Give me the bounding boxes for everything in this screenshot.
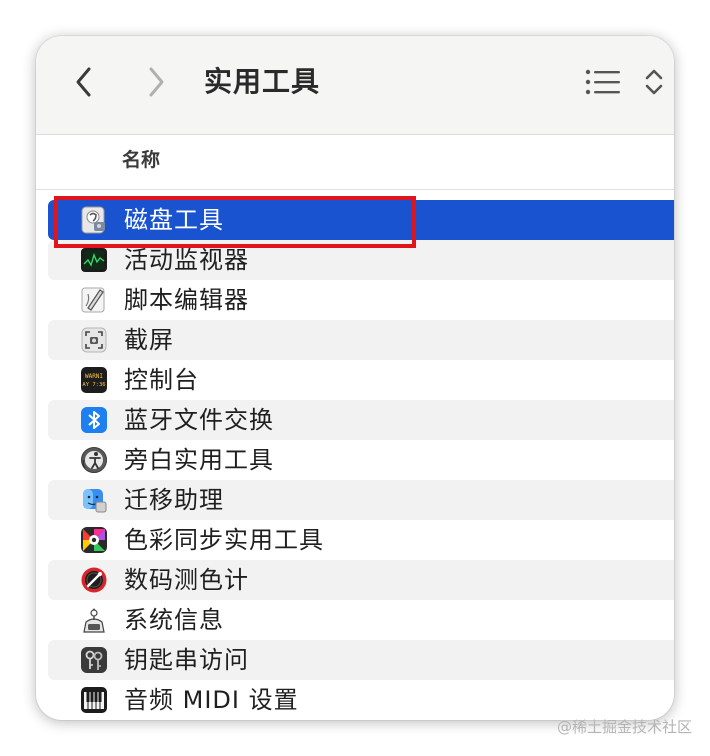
bluetooth-icon	[80, 406, 108, 434]
item-label: 磁盘工具	[124, 206, 224, 234]
toolbar: 实用工具	[36, 36, 674, 135]
item-label: 旁白实用工具	[124, 446, 274, 474]
list-item-disk-utility[interactable]: 磁盘工具	[48, 200, 674, 240]
back-button[interactable]	[64, 62, 104, 102]
column-header: 名称	[36, 135, 674, 190]
forward-button[interactable]	[136, 62, 176, 102]
window-title: 实用工具	[204, 65, 321, 98]
finder-window: 实用工具 名称 磁盘工具 活动监视器 脚本编辑器 截屏 WARNI AY 7:3…	[36, 36, 674, 720]
disk-utility-icon	[80, 206, 108, 234]
watermark: @稀土掘金技术社区	[556, 718, 692, 736]
list-item-script-editor[interactable]: 脚本编辑器	[48, 280, 674, 320]
chevron-left-icon	[76, 67, 91, 97]
migration-assistant-icon	[80, 486, 108, 514]
audio-midi-icon	[80, 686, 108, 714]
colorsync-icon	[80, 526, 108, 554]
list-item-digital-color-meter[interactable]: 数码测色计	[48, 560, 674, 600]
digital-color-meter-icon	[80, 566, 108, 594]
list-item-bluetooth-file-exchange[interactable]: 蓝牙文件交换	[48, 400, 674, 440]
keychain-access-icon	[80, 646, 108, 674]
system-information-icon	[80, 606, 108, 634]
item-label: 蓝牙文件交换	[124, 406, 274, 434]
item-label: 截屏	[124, 326, 174, 354]
item-label: 活动监视器	[124, 246, 249, 274]
svg-text:AY 7:36: AY 7:36	[82, 382, 105, 388]
list-item-system-information[interactable]: 系统信息	[48, 600, 674, 640]
file-list: 磁盘工具 活动监视器 脚本编辑器 截屏 WARNI AY 7:36 控制台 蓝牙…	[48, 200, 674, 720]
svg-text:WARNI: WARNI	[85, 373, 103, 380]
activity-monitor-icon	[80, 246, 108, 274]
item-label: 数码测色计	[124, 566, 249, 594]
item-label: 钥匙串访问	[124, 646, 249, 674]
script-editor-icon	[80, 286, 108, 314]
list-item-colorsync-utility[interactable]: 色彩同步实用工具	[48, 520, 674, 560]
chevron-right-icon	[149, 67, 164, 97]
view-options-button[interactable]	[584, 62, 664, 102]
item-label: 脚本编辑器	[124, 286, 249, 314]
name-column-header[interactable]: 名称	[122, 145, 160, 175]
list-item-keychain-access[interactable]: 钥匙串访问	[48, 640, 674, 680]
item-label: 音频 MIDI 设置	[124, 686, 299, 714]
list-item-migration-assistant[interactable]: 迁移助理	[48, 480, 674, 520]
chevron-up-down-icon	[645, 69, 663, 95]
item-label: 系统信息	[124, 606, 224, 634]
item-label: 迁移助理	[124, 486, 224, 514]
voiceover-icon	[80, 446, 108, 474]
list-view-icon	[585, 69, 620, 95]
screenshot-icon	[80, 326, 108, 354]
item-label: 色彩同步实用工具	[124, 526, 324, 554]
list-item-activity-monitor[interactable]: 活动监视器	[48, 240, 674, 280]
list-item-audio-midi-setup[interactable]: 音频 MIDI 设置	[48, 680, 674, 720]
list-item-screenshot[interactable]: 截屏	[48, 320, 674, 360]
item-label: 控制台	[124, 366, 199, 394]
list-item-console[interactable]: WARNI AY 7:36 控制台	[48, 360, 674, 400]
console-icon: WARNI AY 7:36	[80, 366, 108, 394]
list-item-voiceover-utility[interactable]: 旁白实用工具	[48, 440, 674, 480]
